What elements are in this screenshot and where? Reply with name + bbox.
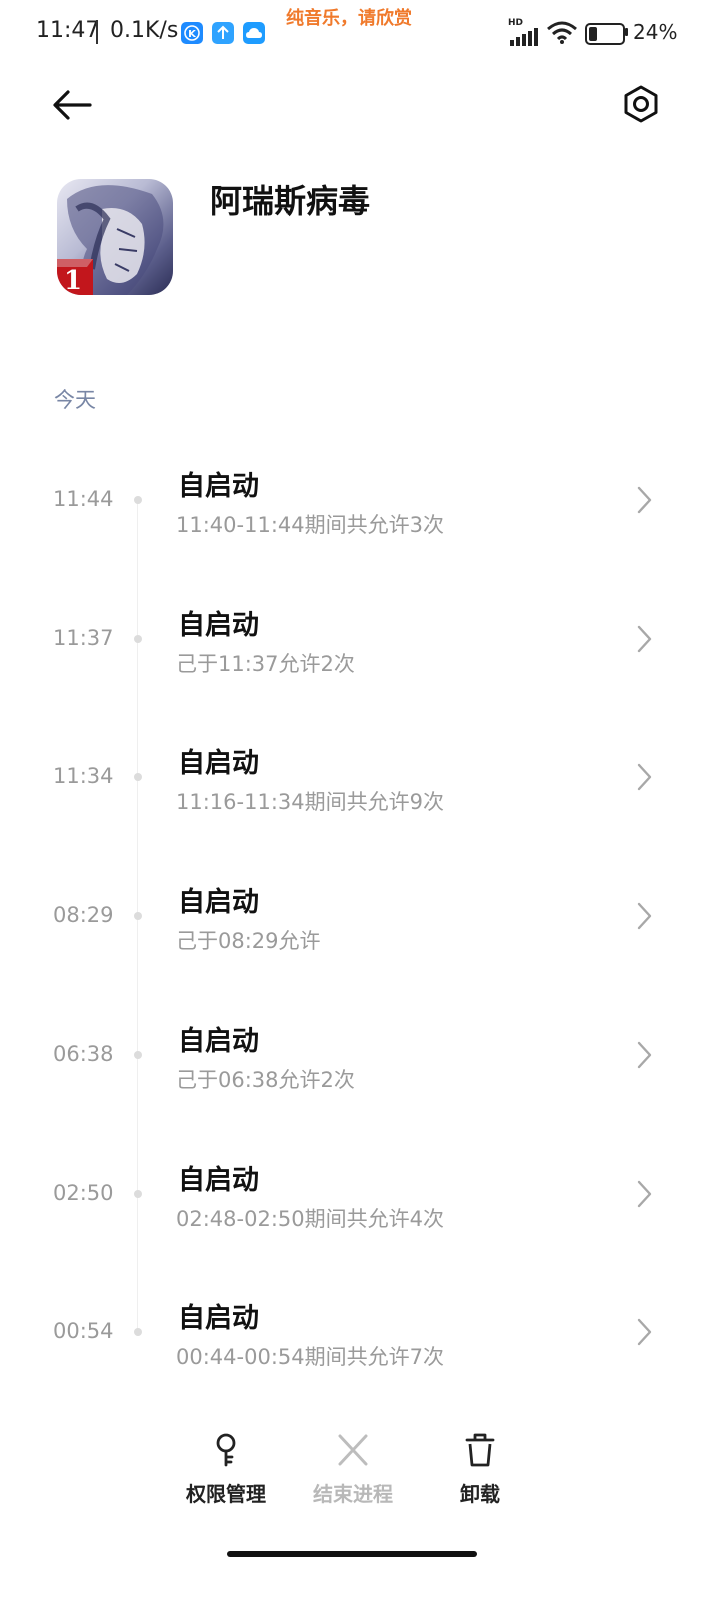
gear-icon — [624, 85, 658, 123]
entry-time: 11:34 — [53, 764, 114, 788]
upload-icon — [212, 22, 234, 44]
svg-text:K: K — [188, 29, 197, 40]
chevron-right-icon — [637, 1041, 652, 1069]
app-icon: 1 — [57, 179, 173, 295]
entry-time: 06:38 — [53, 1042, 114, 1066]
battery-fill — [589, 27, 597, 41]
status-divider — [96, 20, 98, 44]
entry-time: 11:44 — [53, 487, 114, 511]
uninstall-button[interactable]: 卸载 — [420, 1432, 540, 1512]
cloud-icon — [243, 22, 265, 44]
uninstall-label: 卸载 — [460, 1482, 500, 1506]
settings-button[interactable] — [615, 78, 667, 130]
status-net-speed: 0.1K/s — [110, 18, 179, 43]
entry-detail: 11:16-11:34期间共允许9次 — [176, 790, 444, 814]
entry-title: 自启动 — [178, 1026, 259, 1057]
chevron-right-icon — [637, 763, 652, 791]
timeline-entry[interactable]: 00:54 自启动 00:44-00:54期间共允许7次 — [0, 1272, 720, 1382]
timeline-entry[interactable]: 06:38 自启动己于06:38允许2次 — [0, 995, 720, 1105]
end-process-label: 结束进程 — [313, 1482, 393, 1506]
entry-title: 自启动 — [178, 748, 259, 779]
entry-title: 自启动 — [178, 610, 259, 641]
chevron-right-icon — [637, 625, 652, 653]
timeline-entry[interactable]: 02:50 自启动 02:48-02:50期间共允许4次 — [0, 1134, 720, 1244]
signal-icon — [510, 28, 542, 46]
timeline-dot — [134, 1051, 142, 1059]
k-app-icon: K — [181, 22, 203, 44]
timeline-entry[interactable]: 11:34 自启动 11:16-11:34期间共允许9次 — [0, 717, 720, 827]
timeline-dot — [134, 1190, 142, 1198]
app-name: 阿瑞斯病毒 — [210, 182, 371, 220]
timeline-entry[interactable]: 11:37 自启动己于11:37允许2次 — [0, 579, 720, 689]
entry-detail: 己于08:29允许 — [176, 929, 321, 953]
battery-tip — [625, 28, 628, 36]
timeline-dot — [134, 496, 142, 504]
entry-time: 00:54 — [53, 1319, 114, 1343]
timeline-dot — [134, 912, 142, 920]
hd-badge: HD — [508, 18, 524, 28]
back-arrow-icon — [53, 90, 92, 120]
chevron-right-icon — [637, 1318, 652, 1346]
trash-icon — [465, 1433, 495, 1467]
wifi-icon — [546, 21, 578, 45]
app-icon-badge: 1 — [64, 266, 82, 295]
entry-time: 02:50 — [53, 1181, 114, 1205]
timeline-entry[interactable]: 11:44 自启动 11:40-11:44期间共允许3次 — [0, 440, 720, 550]
entry-detail: 00:44-00:54期间共允许7次 — [176, 1345, 444, 1369]
close-icon — [338, 1434, 368, 1466]
timeline-dot — [134, 773, 142, 781]
entry-title: 自启动 — [178, 1165, 259, 1196]
permissions-button[interactable]: 权限管理 — [166, 1432, 286, 1512]
chevron-right-icon — [637, 1180, 652, 1208]
entry-title: 自启动 — [178, 887, 259, 918]
chevron-right-icon — [637, 486, 652, 514]
entry-time: 08:29 — [53, 903, 114, 927]
chevron-right-icon — [637, 902, 652, 930]
entry-time: 11:37 — [53, 626, 114, 650]
permissions-label: 权限管理 — [186, 1482, 266, 1506]
entry-detail: 11:40-11:44期间共允许3次 — [176, 513, 444, 537]
timeline-entry[interactable]: 08:29 自启动己于08:29允许 — [0, 856, 720, 966]
status-banner: 纯音乐，请欣赏 — [286, 8, 412, 29]
home-indicator — [227, 1551, 477, 1557]
key-icon — [216, 1433, 236, 1467]
section-label-today: 今天 — [54, 388, 96, 412]
end-process-button[interactable]: 结束进程 — [293, 1432, 413, 1512]
status-time: 11:47 — [36, 18, 100, 43]
back-button[interactable] — [48, 80, 98, 130]
timeline-dot — [134, 635, 142, 643]
battery-percent: 24% — [633, 20, 678, 44]
entry-detail: 己于06:38允许2次 — [176, 1068, 355, 1092]
entry-detail: 02:48-02:50期间共允许4次 — [176, 1207, 444, 1231]
entry-title: 自启动 — [178, 471, 259, 502]
entry-title: 自启动 — [178, 1303, 259, 1334]
status-bar: 11:47 0.1K/s K 纯音乐，请欣赏 HD 24% — [0, 0, 720, 66]
battery-icon — [585, 23, 625, 45]
timeline-dot — [134, 1328, 142, 1336]
entry-detail: 己于11:37允许2次 — [176, 652, 355, 676]
